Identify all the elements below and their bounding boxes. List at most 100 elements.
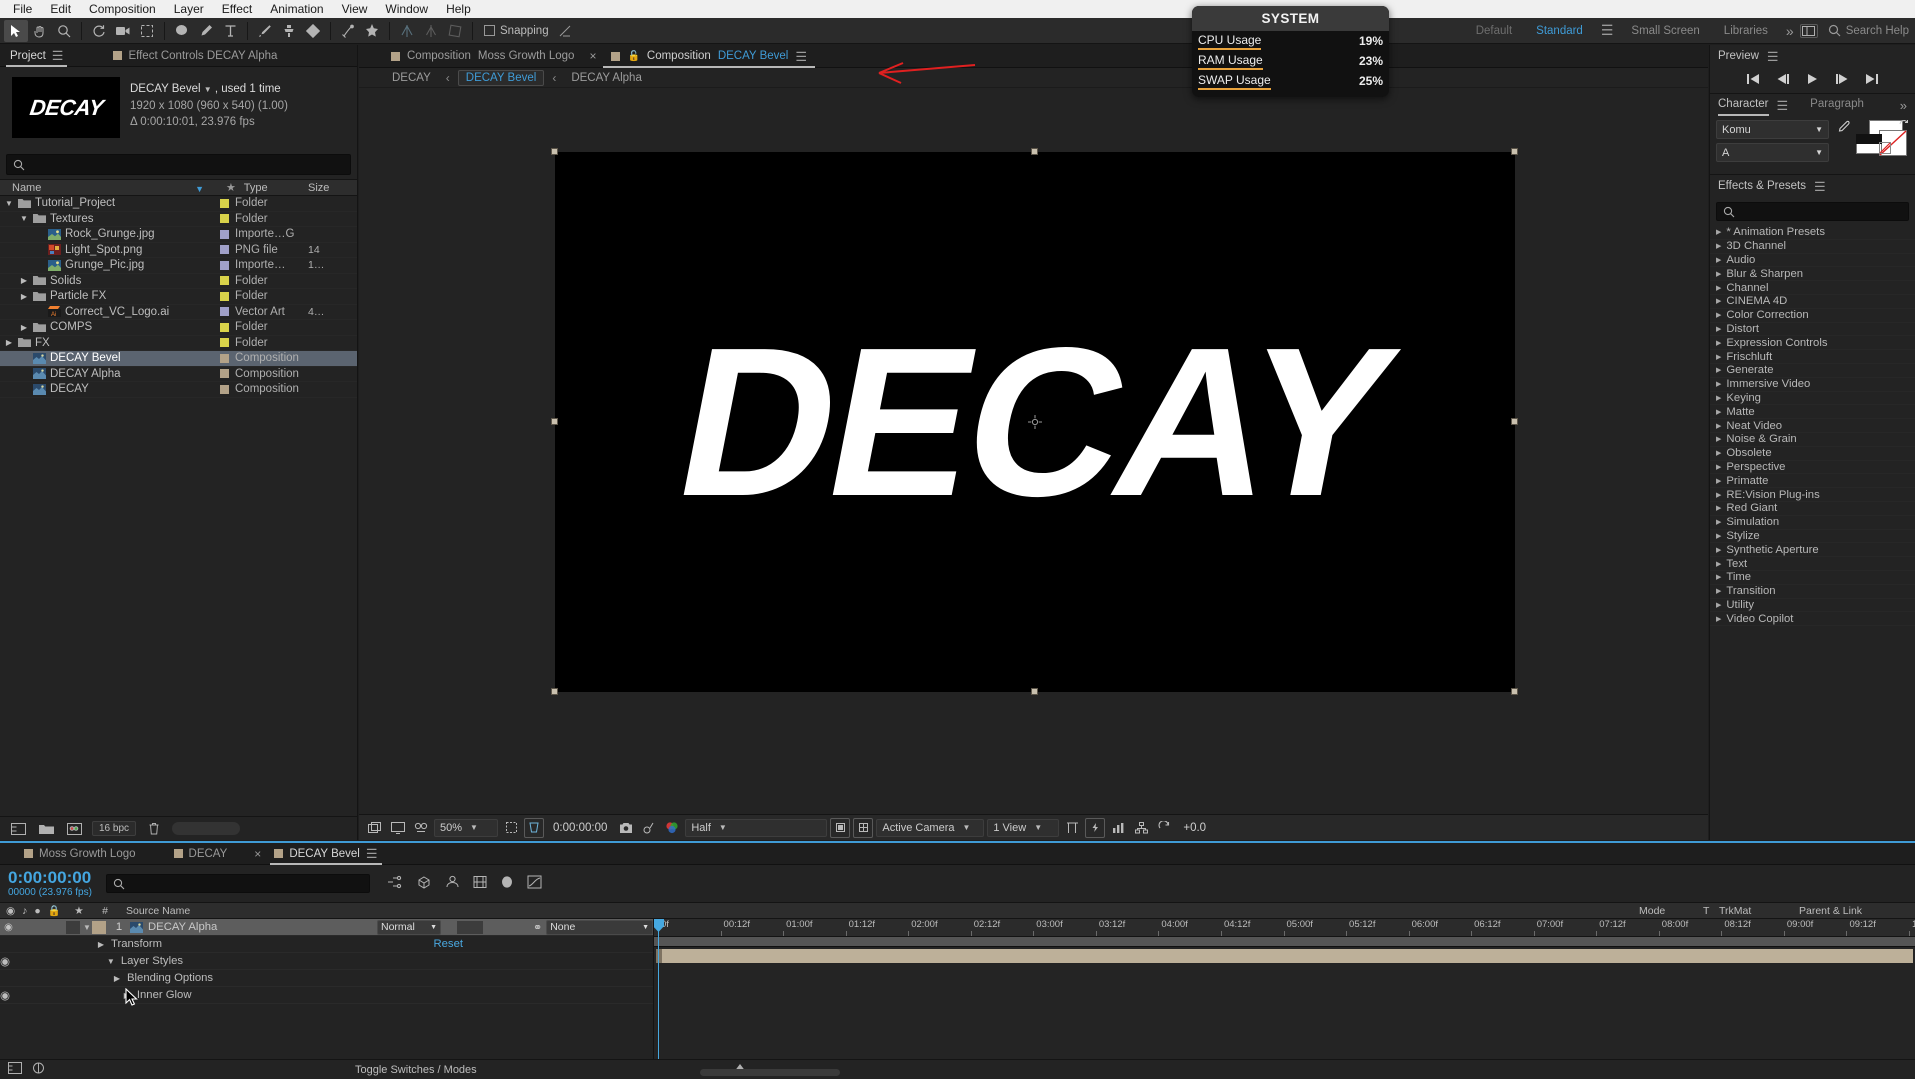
- exposure-reset-icon[interactable]: [1154, 818, 1174, 838]
- property-visibility-toggle[interactable]: ◉: [0, 989, 10, 1002]
- project-item-row[interactable]: ▶ Rock_Grunge.jpg Importe…G: [0, 227, 357, 243]
- project-panel-menu-icon[interactable]: ☰: [52, 49, 64, 62]
- disclosure-triangle-closed-icon[interactable]: ▶: [1716, 422, 1721, 430]
- menu-item-help[interactable]: Help: [437, 0, 480, 18]
- timeline-ruler[interactable]: 0f 00:12f 01:00f 01:12f 02:00f 02:12f 03:00f 03…: [654, 919, 1915, 937]
- menu-item-view[interactable]: View: [333, 0, 377, 18]
- layer-color-swatch[interactable]: [92, 920, 106, 934]
- comp-flowchart-icon[interactable]: [1131, 818, 1151, 838]
- layer-disclosure-icon[interactable]: ▼: [82, 923, 92, 932]
- timeline-comp-icon[interactable]: [8, 1062, 22, 1077]
- composition-mini-flowchart-icon[interactable]: [387, 875, 403, 892]
- project-item-row[interactable]: ▼ Tutorial_Project Folder: [0, 196, 357, 212]
- disclosure-triangle-closed-icon[interactable]: ▶: [1716, 353, 1721, 361]
- effects-category-row[interactable]: ▶ Time: [1710, 571, 1915, 585]
- timeline-tab-moss-growth-logo[interactable]: Moss Growth Logo: [14, 843, 146, 865]
- snapping-toggle[interactable]: Snapping: [484, 25, 549, 37]
- layer-mode-cell[interactable]: Normal ▼: [377, 919, 441, 935]
- views-dropdown[interactable]: 1 View ▼: [987, 818, 1060, 837]
- clone-stamp-tool[interactable]: [277, 20, 301, 42]
- workspace-libraries[interactable]: Libraries: [1712, 22, 1780, 40]
- bit-depth-button[interactable]: 16 bpc: [92, 821, 137, 836]
- anchor-point-icon[interactable]: [1028, 415, 1042, 429]
- layer-bar-handle[interactable]: [656, 949, 662, 963]
- tab-effect-controls[interactable]: Effect Controls DECAY Alpha: [103, 45, 287, 67]
- composition-canvas[interactable]: DECAY: [555, 152, 1515, 692]
- column-name[interactable]: Name ▼: [0, 182, 220, 194]
- effects-category-row[interactable]: ▶ Keying: [1710, 392, 1915, 406]
- parent-pickwhip-icon[interactable]: ⚭: [533, 921, 542, 934]
- disclosure-triangle-closed-icon[interactable]: ▶: [1716, 435, 1721, 443]
- effects-category-row[interactable]: ▶ Video Copilot: [1710, 612, 1915, 627]
- breadcrumb-decay[interactable]: DECAY: [385, 71, 438, 85]
- menu-item-file[interactable]: File: [4, 0, 41, 18]
- effects-category-row[interactable]: ▶ 3D Channel: [1710, 240, 1915, 254]
- timeline-view-icon[interactable]: [1108, 818, 1128, 838]
- brush-tool[interactable]: [253, 20, 277, 42]
- timeline-property-row[interactable]: ▶ Blending Options: [0, 970, 653, 987]
- effects-search-field[interactable]: [1739, 205, 1902, 218]
- bbox-handle-mr[interactable]: [1511, 418, 1518, 425]
- workspace-overflow-icon[interactable]: »: [1780, 23, 1800, 39]
- preview-panel-menu-icon[interactable]: ☰: [1767, 50, 1779, 63]
- graph-editor-icon[interactable]: [527, 875, 542, 892]
- layer-duration-bar[interactable]: [656, 949, 1913, 963]
- zoom-tool[interactable]: [52, 20, 76, 42]
- label-color-swatch[interactable]: [220, 338, 229, 348]
- disclosure-triangle-closed-icon[interactable]: ▶: [1716, 518, 1721, 526]
- bbox-handle-ml[interactable]: [551, 418, 558, 425]
- project-item-row[interactable]: ▶ FX Folder: [0, 336, 357, 351]
- timeline-property-row[interactable]: ◉▶Inner Glow: [0, 987, 653, 1004]
- effects-category-row[interactable]: ▶ Primatte: [1710, 474, 1915, 489]
- project-item-row[interactable]: ▶ DECAY Composition: [0, 382, 357, 398]
- disclosure-triangle-closed-icon[interactable]: ▶: [1716, 311, 1721, 319]
- effects-category-row[interactable]: ▶ Matte: [1710, 405, 1915, 420]
- effects-category-row[interactable]: ▶ Neat Video: [1710, 419, 1915, 433]
- effects-search-input[interactable]: [1716, 202, 1909, 221]
- comp-settings-icon[interactable]: [411, 818, 431, 838]
- selection-tool[interactable]: [4, 19, 28, 42]
- font-family-dropdown[interactable]: Komu ▼: [1716, 120, 1829, 139]
- label-color-swatch[interactable]: [220, 369, 229, 379]
- effects-category-row[interactable]: ▶ Frischluft: [1710, 350, 1915, 364]
- project-item-row[interactable]: ▼ Textures Folder: [0, 212, 357, 227]
- exposure-value[interactable]: +0.0: [1177, 822, 1212, 834]
- disclosure-triangle-closed-icon[interactable]: ▶: [1716, 504, 1721, 512]
- toggle-transparency-grid-icon[interactable]: [830, 817, 851, 838]
- anchor-axis-icon[interactable]: [395, 20, 419, 42]
- search-help[interactable]: Search Help: [1818, 24, 1909, 37]
- label-color-swatch[interactable]: [220, 353, 229, 363]
- disclosure-triangle-closed-icon[interactable]: ▶: [1716, 601, 1721, 609]
- disclosure-triangle-closed-icon[interactable]: ▶: [1716, 242, 1721, 250]
- lock-icon[interactable]: 🔓: [627, 51, 639, 62]
- effects-category-row[interactable]: ▶ Transition: [1710, 585, 1915, 599]
- font-style-dropdown[interactable]: A ▼: [1716, 143, 1829, 162]
- horizontal-scrollbar[interactable]: [700, 1069, 840, 1076]
- timeline-tab-decay[interactable]: DECAY: [164, 843, 238, 865]
- effects-category-row[interactable]: ▶ RE:Vision Plug-ins: [1710, 488, 1915, 502]
- disclosure-triangle-closed-icon[interactable]: ▶: [1716, 297, 1721, 305]
- work-area-bar[interactable]: [654, 937, 1915, 947]
- menu-item-animation[interactable]: Animation: [261, 0, 332, 18]
- effects-category-row[interactable]: ▶ Expression Controls: [1710, 336, 1915, 351]
- bbox-handle-br[interactable]: [1511, 688, 1518, 695]
- property-visibility-toggle[interactable]: ◉: [0, 955, 10, 968]
- label-color-swatch[interactable]: [220, 291, 229, 301]
- timeline-search-field[interactable]: [128, 877, 363, 890]
- blend-mode-dropdown[interactable]: Normal ▼: [377, 919, 441, 935]
- disclosure-triangle-open-icon[interactable]: ▼: [106, 957, 116, 966]
- delete-icon[interactable]: [144, 819, 164, 839]
- close-tab-icon[interactable]: ×: [586, 49, 599, 63]
- disclosure-triangle-closed-icon[interactable]: ▶: [1716, 615, 1721, 623]
- effects-category-row[interactable]: ▶ Channel: [1710, 281, 1915, 295]
- breadcrumb-decay-bevel[interactable]: DECAY Bevel: [457, 69, 545, 86]
- effects-category-row[interactable]: ▶ Noise & Grain: [1710, 433, 1915, 447]
- fast-previews-icon[interactable]: [1085, 817, 1106, 838]
- disclosure-triangle-closed-icon[interactable]: ▶: [1716, 477, 1721, 485]
- character-panel-menu-icon[interactable]: ☰: [1777, 99, 1789, 112]
- workspace-default[interactable]: Default: [1464, 22, 1524, 40]
- timeline-current-time[interactable]: 0:00:00:00 00000 (23.976 fps): [8, 868, 92, 899]
- eyedropper-icon[interactable]: [1834, 120, 1852, 135]
- effects-category-row[interactable]: ▶ Generate: [1710, 364, 1915, 378]
- timeline-track-area[interactable]: 0f 00:12f 01:00f 01:12f 02:00f 02:12f 03:00f 03…: [654, 919, 1915, 1059]
